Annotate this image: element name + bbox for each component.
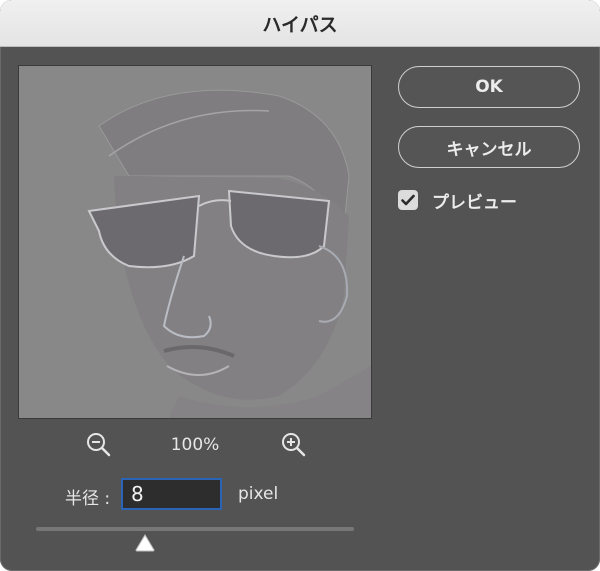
radius-unit-label: pixel [238, 484, 279, 504]
preview-checkbox[interactable] [398, 190, 418, 210]
dialog-title: ハイパス [262, 13, 338, 36]
zoom-controls: 100% [0, 432, 390, 460]
ok-button[interactable]: OK [398, 66, 580, 108]
radius-slider-thumb[interactable] [134, 533, 156, 557]
cancel-button-label: キャンセル [446, 139, 532, 160]
filter-preview-image[interactable] [18, 65, 372, 419]
zoom-level-readout: 100% [170, 435, 220, 455]
ok-button-label: OK [475, 77, 503, 97]
cancel-button[interactable]: キャンセル [398, 126, 580, 168]
radius-control: 半径 : 8 pixel [0, 478, 390, 512]
checkmark-icon [401, 194, 415, 206]
dialog-titlebar: ハイパス [0, 0, 600, 47]
radius-input[interactable]: 8 [121, 478, 222, 510]
zoom-out-icon[interactable] [86, 432, 112, 462]
high-pass-preview-graphic [19, 66, 371, 418]
radius-slider-track[interactable] [36, 527, 354, 531]
radius-label: 半径 : [65, 489, 111, 509]
zoom-in-icon[interactable] [281, 432, 307, 462]
preview-checkbox-row[interactable]: プレビュー [398, 188, 517, 213]
preview-checkbox-label: プレビュー [432, 192, 517, 213]
high-pass-dialog: ハイパス OK キャンセル プレビュー 100% 半径: 8 pixel [0, 0, 600, 571]
